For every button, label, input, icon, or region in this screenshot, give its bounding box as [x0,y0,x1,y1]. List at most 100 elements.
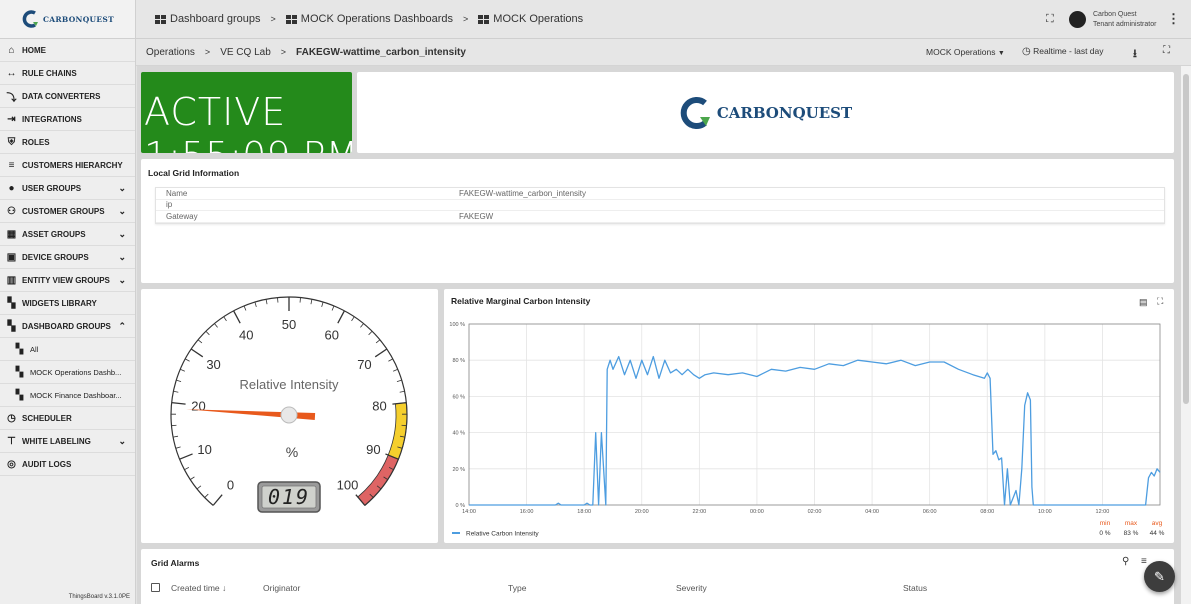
breadcrumb-mock-operations[interactable]: MOCK Operations [478,13,583,25]
info-value: FAKEGW-wattime_carbon_intensity [459,188,587,198]
y-tick-label: 100 % [449,322,465,328]
grid-alarms-card: Grid Alarms ⚲ ≡ Created time ↓ Originato… [141,549,1174,604]
gauge-tick [388,358,393,362]
chevron-down-icon[interactable]: ⌄ [118,252,126,263]
state-crumb-operations[interactable]: Operations [146,47,195,58]
sidebar-item-rule-chains[interactable]: ↔ RULE CHAINS [0,62,135,85]
carbonquest-logo[interactable]: CARBONQUEST [0,0,135,39]
fullscreen-icon[interactable]: ⛶ [1163,45,1170,56]
scrollbar-thumb[interactable] [1183,74,1189,404]
chevron-down-icon[interactable]: ⌄ [118,206,126,217]
version-label: ThingsBoard v.3.1.0PE [68,594,130,600]
logo-text: CARBONQUEST [43,14,114,24]
account-circle-icon[interactable] [1069,11,1086,28]
x-tick-label: 10:00 [1038,509,1052,515]
sidebar-item-home[interactable]: ⌂ HOME [0,39,135,62]
gauge-tick [375,339,381,344]
column-type[interactable]: Type [508,583,526,593]
sidebar-item-label: All [30,344,39,354]
chevron-up-icon[interactable]: ⌃ [118,321,126,332]
chart-card: Relative Marginal Carbon Intensity ▤ ⛶ 0… [444,289,1174,543]
legend-stat-value: 83 % [1124,530,1139,537]
chevron-down-icon[interactable]: ⌄ [118,229,126,240]
sidebar-item-white-labeling[interactable]: ⊤ WHITE LABELING ⌄ [0,430,135,453]
sidebar-item-data-converters[interactable]: ⤵ DATA CONVERTERS [0,85,135,108]
chevron-down-icon[interactable]: ⌄ [118,183,126,194]
sidebar-item-asset-groups[interactable]: ▦ ASSET GROUPS ⌄ [0,223,135,246]
track-changes-icon: ◎ [7,458,16,470]
sidebar-item-label: AUDIT LOGS [22,459,72,469]
sidebar-item-device-groups[interactable]: ▣ DEVICE GROUPS ⌄ [0,246,135,269]
y-tick-label: 80 % [452,358,465,364]
timewindow-button[interactable]: ◷ Realtime - last day [1022,46,1104,57]
carbonquest-logo-mark [22,10,38,28]
gauge-tick [243,305,247,311]
gauge-tick [212,494,223,506]
fullscreen-icon[interactable]: ⛶ [1157,296,1163,307]
fullscreen-icon[interactable]: ⛶ [1046,13,1054,26]
sidebar-item-mock-operations-dashb[interactable]: ▚ MOCK Operations Dashb... [0,361,135,384]
gauge-tick-label: 40 [239,328,253,343]
sidebar-item-label: SCHEDULER [22,413,72,423]
info-value: FAKEGW [459,211,494,221]
gauge-tick-label: 70 [357,357,371,372]
sidebar-item-dashboard-groups[interactable]: ▚ DASHBOARD GROUPS ⌃ [0,315,135,338]
card-title: Grid Alarms [151,558,200,568]
gauge-tick-label: 0 [227,478,234,493]
breadcrumb-mock-operations-dashboards[interactable]: MOCK Operations Dashboards [285,13,454,25]
sidebar-item-roles[interactable]: ⛨ ROLES [0,131,135,154]
local-grid-info-card: Local Grid Information Name FAKEGW-wattim… [141,159,1174,283]
status-card: ACTIVE 1:55:09 PM [141,72,352,153]
format-paint-icon: ⊤ [7,435,16,447]
breadcrumb-label: MOCK Operations [493,13,584,25]
timewindow-label: Realtime - last day [1033,46,1104,56]
breadcrumb-dashboard-groups[interactable]: Dashboard groups [155,13,261,25]
breadcrumb-label: MOCK Operations Dashboards [300,13,454,25]
sidebar-item-label: MOCK Finance Dashboar... [30,390,122,400]
export-file-icon[interactable]: ▤ [1139,297,1148,308]
gauge-tick [254,301,257,307]
sidebar-item-label: INTEGRATIONS [22,114,82,124]
view-quilt-icon: ▥ [6,274,17,286]
sidebar-item-widgets-library[interactable]: ▚ WIDGETS LIBRARY [0,292,135,315]
more-vert-icon[interactable]: ⋮ [1167,11,1180,27]
account-circle-icon: ● [8,182,15,194]
download-icon[interactable]: ⭳ [1133,45,1137,64]
gauge-tick [179,453,193,460]
search-icon[interactable]: ⚲ [1122,556,1129,567]
state-crumb-ve-cq-lab[interactable]: VE CQ Lab [220,47,271,58]
legend-stat-label: avg [1152,520,1163,527]
column-severity[interactable]: Severity [676,583,707,593]
sidebar-item-audit-logs[interactable]: ◎ AUDIT LOGS [0,453,135,476]
y-tick-label: 40 % [452,431,465,437]
filter-icon[interactable]: ≡ [1141,556,1147,567]
sidebar-item-integrations[interactable]: ⇥ INTEGRATIONS [0,108,135,131]
dashboard-state-select[interactable]: MOCK Operations ▼ [926,47,1005,57]
sidebar-item-label: ASSET GROUPS [22,229,86,239]
sidebar-item-customers-hierarchy[interactable]: ≡ CUSTOMERS HIERARCHY [0,154,135,177]
chevron-down-icon[interactable]: ⌄ [118,275,126,286]
sidebar-item-user-groups[interactable]: ● USER GROUPS ⌄ [0,177,135,200]
column-originator[interactable]: Originator [263,583,300,593]
edit-fab-button[interactable]: ✎ [1144,561,1175,592]
column-created-time[interactable]: Created time ↓ [171,583,226,593]
sidebar-item-all[interactable]: ▚ All [0,338,135,361]
column-status[interactable]: Status [903,583,927,593]
vertical-scrollbar[interactable] [1181,66,1191,604]
chevron-down-icon[interactable]: ⌄ [118,436,126,447]
sidebar-item-customer-groups[interactable]: ⚇ CUSTOMER GROUPS ⌄ [0,200,135,223]
info-row: ip [156,200,1164,211]
sidebar-item-entity-view-groups[interactable]: ▥ ENTITY VIEW GROUPS ⌄ [0,269,135,292]
supervisor-icon: ⚇ [7,205,16,217]
x-tick-label: 04:00 [865,509,879,515]
gauge-zone [387,402,408,460]
select-all-checkbox[interactable] [151,583,160,592]
sidebar-item-label: HOME [22,45,46,55]
dashboard-icon: ▚ [15,366,24,378]
gauge-tick-label: 50 [282,317,296,332]
sidebar-item-mock-finance-dashboar[interactable]: ▚ MOCK Finance Dashboar... [0,384,135,407]
dashboard-toolbar: Operations > VE CQ Lab > FAKEGW-wattime_… [136,39,1191,66]
state-select-value: MOCK Operations [926,47,996,57]
sidebar-item-scheduler[interactable]: ◷ SCHEDULER [0,407,135,430]
gauge-tick [196,485,202,490]
